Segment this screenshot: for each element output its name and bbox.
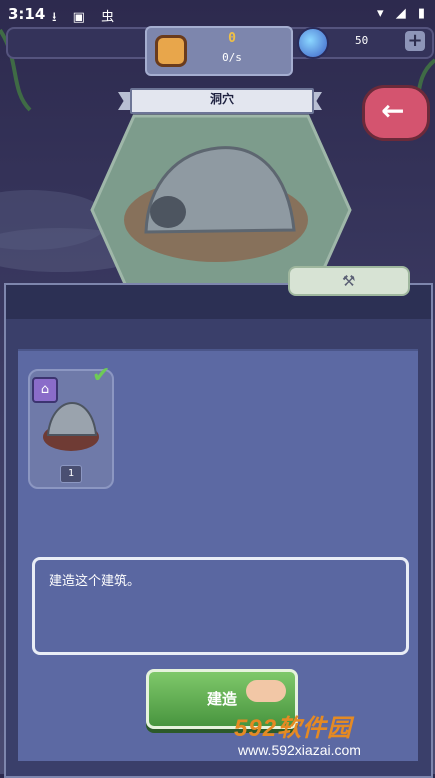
tools-tab[interactable]: ⚒: [288, 266, 410, 296]
back-button[interactable]: ←: [362, 85, 430, 141]
title-ribbon: 洞穴: [118, 88, 322, 114]
building-panel: ⌂ ✔ 1 建造这个建筑。 建造: [4, 283, 433, 778]
building-title: 洞穴: [209, 92, 234, 106]
pointing-hand-icon: [246, 680, 286, 702]
description-box: 建造这个建筑。: [32, 557, 409, 655]
watermark-brand: 592软件园: [234, 715, 353, 742]
building-description: 建造这个建筑。: [49, 574, 141, 589]
coin-rate: 0/s: [222, 51, 242, 64]
coin-panel: 0 0/s: [145, 26, 293, 76]
watermark-url: www.592xiazai.com: [238, 742, 361, 758]
cave-thumbnail: [43, 401, 99, 451]
gem-value: 50: [355, 34, 369, 47]
gem-icon: [297, 27, 329, 59]
arrow-left-icon: ←: [381, 94, 405, 127]
check-icon: ✔: [92, 363, 111, 388]
add-gems-button[interactable]: +: [405, 31, 425, 51]
hammer-icon: ⚒: [342, 272, 356, 290]
coin-value: 0: [228, 31, 236, 46]
coin-chest-icon: [155, 35, 187, 67]
building-card[interactable]: ⌂ ✔ 1: [28, 363, 114, 489]
building-level-badge: 1: [60, 465, 82, 483]
watermark: 592软件园 www.592xiazai.com: [234, 708, 430, 770]
